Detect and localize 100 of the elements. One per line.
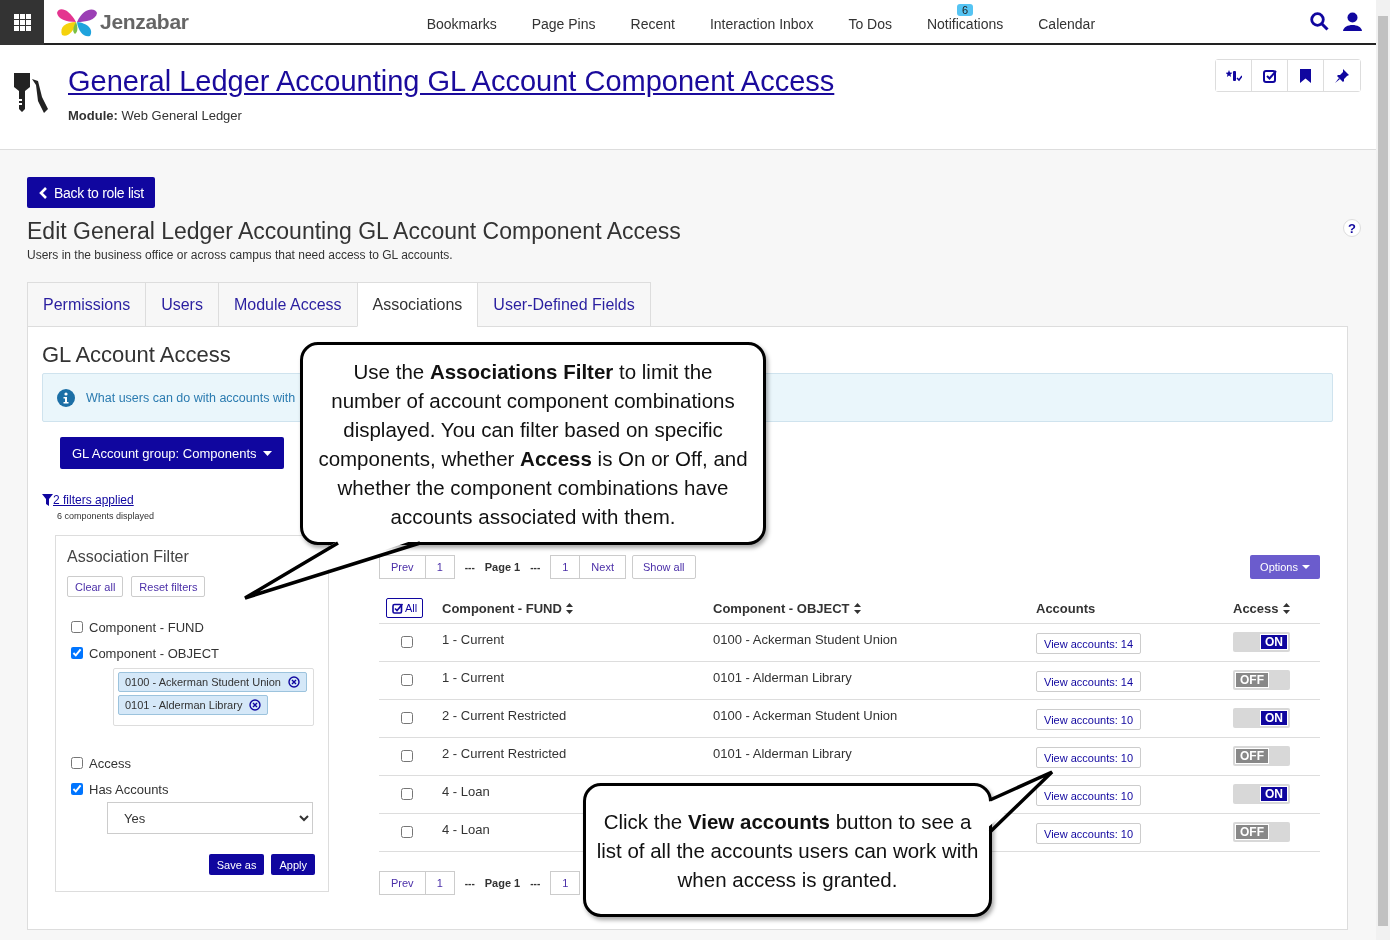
- page-heading: Edit General Ledger Accounting GL Account Component Access: [27, 218, 682, 245]
- chevron-left-icon: [39, 186, 48, 199]
- access-toggle[interactable]: ON: [1233, 784, 1290, 804]
- pager-button[interactable]: Next: [579, 555, 626, 579]
- table-cell: 4 - Loan: [442, 784, 490, 799]
- help-button[interactable]: ?: [1343, 219, 1361, 237]
- row-checkbox[interactable]: [401, 712, 413, 724]
- show-all-button[interactable]: Show all: [631, 555, 696, 579]
- view-accounts-button[interactable]: View accounts: 10: [1036, 747, 1142, 768]
- back-button[interactable]: Back to role list: [27, 177, 155, 208]
- tab[interactable]: Associations: [356, 282, 478, 327]
- pin-icon: [1335, 68, 1349, 83]
- components-count: 6 components displayed: [57, 511, 156, 521]
- access-toggle[interactable]: OFF: [1233, 822, 1290, 842]
- grid-icon: [13, 14, 31, 31]
- checkbox[interactable]: [71, 757, 83, 769]
- funnel-icon: [42, 494, 53, 506]
- logo-text: Jenzabar: [100, 9, 189, 34]
- ellipsis-text: ---: [464, 877, 475, 889]
- filter-action-button[interactable]: Save as: [208, 854, 265, 875]
- nav-link[interactable]: Notifications: [926, 16, 1004, 32]
- tab[interactable]: Permissions: [27, 282, 146, 327]
- table-cell: 0100 - Ackerman Student Union: [713, 632, 898, 647]
- row-checkbox[interactable]: [401, 674, 413, 686]
- pager-button[interactable]: 1: [424, 871, 455, 895]
- page-title-link[interactable]: General Ledger Accounting GL Account Component Access: [68, 65, 835, 97]
- table-cell: 0101 - Alderman Library: [713, 746, 852, 761]
- nav-link[interactable]: Recent: [630, 16, 675, 32]
- remove-icon: [249, 699, 262, 711]
- filter-heading: Association Filter: [67, 548, 190, 566]
- caret-icon: [1302, 565, 1310, 569]
- toggle-label: ON: [1260, 786, 1288, 802]
- filters-applied-link[interactable]: 2 filters applied: [53, 493, 134, 507]
- column-header: Accounts: [1036, 600, 1096, 616]
- pager-button[interactable]: Prev: [379, 555, 426, 579]
- ellipsis-text: ---: [464, 561, 475, 573]
- filter-chip: 0100 - Ackerman Student Union: [118, 672, 307, 692]
- star-checklist-icon: [1225, 68, 1242, 83]
- access-toggle[interactable]: OFF: [1233, 746, 1290, 766]
- column-header: Component - FUND: [442, 600, 562, 616]
- pager-button[interactable]: Prev: [379, 871, 426, 895]
- group-dropdown-button[interactable]: GL Account group: Components: [60, 437, 284, 469]
- access-toggle[interactable]: OFF: [1233, 670, 1290, 690]
- search-icon: [1310, 12, 1329, 31]
- select-all-button[interactable]: All: [386, 598, 424, 618]
- callout-text: Use the Associations Filter to limit the number of account component combinations displayed. You can filter based on specific components, whether Access is On or Off, and whether the component combinations have accounts associated with them.: [318, 358, 748, 530]
- filter-action-button[interactable]: Apply: [271, 854, 315, 875]
- table-cell: 0101 - Alderman Library: [713, 670, 852, 685]
- select-field[interactable]: Yes: [107, 802, 313, 834]
- remove-icon: [287, 676, 300, 688]
- nav-link[interactable]: Bookmarks: [426, 16, 497, 32]
- module-label: Module: Web General Ledger: [68, 108, 243, 123]
- pager-button[interactable]: 1: [424, 555, 455, 579]
- checkbox-label: Component - FUND: [89, 619, 204, 635]
- nav-link[interactable]: Interaction Inbox: [709, 16, 814, 32]
- tab[interactable]: Module Access: [217, 282, 357, 327]
- table-cell: 0100 - Ackerman Student Union: [713, 708, 898, 723]
- row-checkbox[interactable]: [401, 788, 413, 800]
- toggle-label: OFF: [1235, 824, 1269, 840]
- options-button[interactable]: Options: [1250, 555, 1320, 579]
- nav-link[interactable]: Page Pins: [531, 16, 596, 32]
- table-cell: 2 - Current Restricted: [442, 708, 567, 723]
- view-accounts-button[interactable]: View accounts: 10: [1036, 823, 1142, 844]
- row-checkbox[interactable]: [401, 636, 413, 648]
- toggle-label: ON: [1260, 634, 1288, 650]
- view-accounts-button[interactable]: View accounts: 10: [1036, 785, 1142, 806]
- checkbox[interactable]: [71, 783, 83, 795]
- table-cell: 2 - Current Restricted: [442, 746, 567, 761]
- page-label: Page 1: [484, 561, 521, 573]
- row-checkbox[interactable]: [401, 826, 413, 838]
- checklist-button[interactable]: [1216, 60, 1252, 91]
- filter-chip: 0101 - Alderman Library: [118, 695, 269, 715]
- checkbox-icon: [1262, 68, 1277, 83]
- ellipsis-text: ---: [530, 877, 541, 889]
- pager-button[interactable]: 1: [550, 871, 581, 895]
- filter-reset-button[interactable]: Reset filters: [131, 576, 206, 597]
- checkbox-label: Access: [89, 755, 131, 771]
- info-icon: [57, 388, 75, 407]
- column-header: Component - OBJECT: [713, 600, 850, 616]
- checkbox[interactable]: [71, 647, 83, 659]
- view-accounts-button[interactable]: View accounts: 10: [1036, 709, 1142, 730]
- page-label: Page 1: [484, 877, 521, 889]
- user-icon: [1343, 12, 1362, 31]
- access-toggle[interactable]: ON: [1233, 632, 1290, 652]
- table-cell: 1 - Current: [442, 670, 505, 685]
- tab[interactable]: User-Defined Fields: [477, 282, 651, 327]
- section-heading: GL Account Access: [42, 342, 232, 368]
- nav-link[interactable]: To Dos: [848, 16, 892, 32]
- apps-menu-button[interactable]: [0, 0, 44, 45]
- checkbox[interactable]: [71, 621, 83, 633]
- checkbox-label: Has Accounts: [89, 781, 169, 797]
- row-checkbox[interactable]: [401, 750, 413, 762]
- checkbox-label: Component - OBJECT: [89, 645, 220, 661]
- access-toggle[interactable]: ON: [1233, 708, 1290, 728]
- view-accounts-button[interactable]: View accounts: 14: [1036, 671, 1142, 692]
- nav-link[interactable]: Calendar: [1038, 16, 1096, 32]
- pager-button[interactable]: 1: [550, 555, 581, 579]
- filter-reset-button[interactable]: Clear all: [67, 576, 124, 597]
- tab[interactable]: Users: [145, 282, 218, 327]
- view-accounts-button[interactable]: View accounts: 14: [1036, 633, 1142, 654]
